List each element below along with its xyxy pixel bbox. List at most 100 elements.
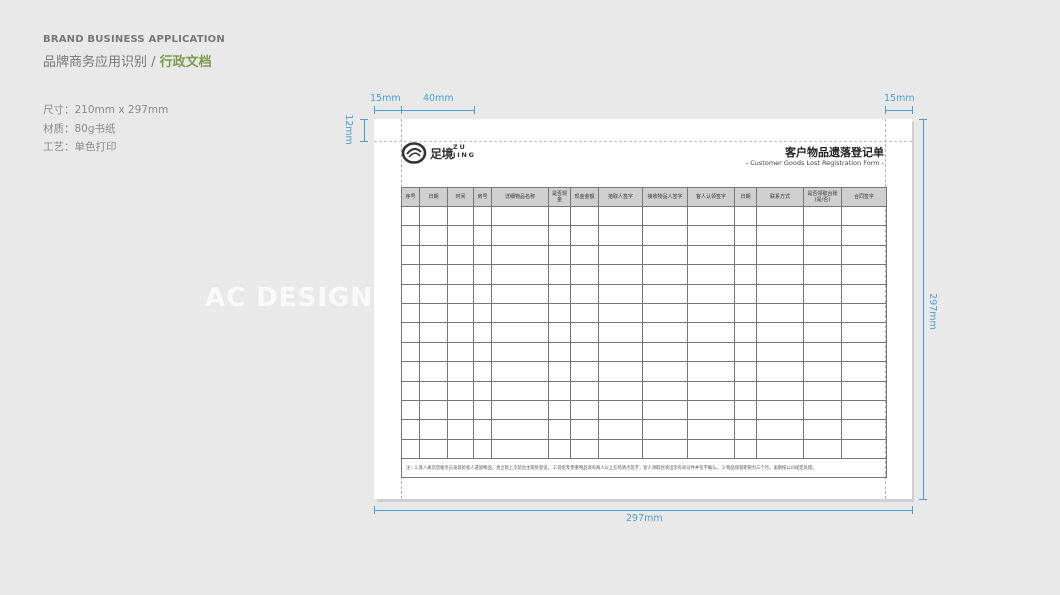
table-cell[interactable]: [756, 380, 804, 401]
table-cell[interactable]: [491, 438, 549, 460]
table-cell[interactable]: [734, 419, 757, 440]
table-cell[interactable]: [548, 283, 571, 304]
table-cell[interactable]: [419, 205, 448, 227]
table-cell[interactable]: [687, 302, 735, 324]
table-cell[interactable]: [803, 302, 842, 324]
table-cell[interactable]: [756, 302, 804, 324]
table-cell[interactable]: [756, 419, 804, 440]
table-cell[interactable]: [687, 380, 735, 401]
table-cell[interactable]: [734, 361, 757, 382]
table-cell[interactable]: [447, 399, 474, 421]
table-cell[interactable]: [598, 283, 643, 304]
table-cell[interactable]: [803, 419, 842, 440]
table-cell[interactable]: [548, 341, 571, 363]
table-cell[interactable]: [598, 264, 643, 285]
table-cell[interactable]: [473, 399, 492, 421]
table-cell[interactable]: [642, 244, 688, 266]
table-cell[interactable]: [687, 205, 735, 227]
table-cell[interactable]: [473, 380, 492, 401]
table-cell[interactable]: [734, 205, 757, 227]
table-cell[interactable]: [803, 283, 842, 304]
table-cell[interactable]: [803, 225, 842, 246]
table-cell[interactable]: [734, 283, 757, 304]
table-cell[interactable]: [756, 438, 804, 460]
table-cell[interactable]: [598, 341, 643, 363]
table-cell[interactable]: [734, 341, 757, 363]
table-cell[interactable]: [803, 341, 842, 363]
table-cell[interactable]: [598, 361, 643, 382]
table-cell[interactable]: [687, 361, 735, 382]
table-cell[interactable]: [756, 264, 804, 285]
table-cell[interactable]: [548, 361, 571, 382]
table-cell[interactable]: [401, 380, 420, 401]
table-cell[interactable]: [473, 244, 492, 266]
table-cell[interactable]: [401, 419, 420, 440]
table-cell[interactable]: [447, 302, 474, 324]
table-cell[interactable]: [642, 225, 688, 246]
table-cell[interactable]: [447, 341, 474, 363]
table-cell[interactable]: [570, 322, 599, 343]
table-cell[interactable]: [687, 264, 735, 285]
table-cell[interactable]: [473, 264, 492, 285]
table-cell[interactable]: [756, 399, 804, 421]
table-cell[interactable]: [841, 322, 887, 343]
table-cell[interactable]: [642, 438, 688, 460]
table-cell[interactable]: [687, 419, 735, 440]
table-cell[interactable]: [803, 322, 842, 343]
table-cell[interactable]: [447, 322, 474, 343]
table-cell[interactable]: [419, 341, 448, 363]
table-cell[interactable]: [548, 322, 571, 343]
table-cell[interactable]: [642, 205, 688, 227]
table-cell[interactable]: [473, 341, 492, 363]
table-cell[interactable]: [841, 302, 887, 324]
table-cell[interactable]: [687, 225, 735, 246]
table-cell[interactable]: [447, 264, 474, 285]
table-cell[interactable]: [491, 341, 549, 363]
table-cell[interactable]: [841, 283, 887, 304]
table-cell[interactable]: [756, 225, 804, 246]
table-cell[interactable]: [598, 399, 643, 421]
table-cell[interactable]: [734, 380, 757, 401]
table-cell[interactable]: [803, 438, 842, 460]
table-cell[interactable]: [841, 264, 887, 285]
table-cell[interactable]: [419, 322, 448, 343]
table-cell[interactable]: [598, 438, 643, 460]
table-cell[interactable]: [598, 419, 643, 440]
table-cell[interactable]: [734, 225, 757, 246]
table-cell[interactable]: [473, 322, 492, 343]
table-cell[interactable]: [570, 283, 599, 304]
table-cell[interactable]: [548, 264, 571, 285]
table-cell[interactable]: [642, 380, 688, 401]
table-cell[interactable]: [756, 341, 804, 363]
table-cell[interactable]: [491, 361, 549, 382]
table-cell[interactable]: [756, 361, 804, 382]
table-cell[interactable]: [473, 283, 492, 304]
table-cell[interactable]: [841, 438, 887, 460]
table-cell[interactable]: [419, 399, 448, 421]
table-cell[interactable]: [642, 283, 688, 304]
table-cell[interactable]: [570, 302, 599, 324]
table-cell[interactable]: [642, 341, 688, 363]
table-cell[interactable]: [598, 302, 643, 324]
table-cell[interactable]: [687, 341, 735, 363]
table-cell[interactable]: [687, 438, 735, 460]
table-cell[interactable]: [841, 419, 887, 440]
table-cell[interactable]: [447, 438, 474, 460]
table-cell[interactable]: [491, 419, 549, 440]
table-cell[interactable]: [570, 341, 599, 363]
table-cell[interactable]: [642, 399, 688, 421]
table-cell[interactable]: [491, 225, 549, 246]
table-cell[interactable]: [734, 244, 757, 266]
table-cell[interactable]: [473, 419, 492, 440]
table-cell[interactable]: [473, 205, 492, 227]
table-cell[interactable]: [419, 302, 448, 324]
table-cell[interactable]: [570, 399, 599, 421]
table-cell[interactable]: [841, 225, 887, 246]
table-cell[interactable]: [548, 205, 571, 227]
table-cell[interactable]: [570, 225, 599, 246]
table-cell[interactable]: [419, 419, 448, 440]
table-cell[interactable]: [401, 225, 420, 246]
table-cell[interactable]: [756, 322, 804, 343]
table-cell[interactable]: [419, 244, 448, 266]
table-cell[interactable]: [401, 438, 420, 460]
